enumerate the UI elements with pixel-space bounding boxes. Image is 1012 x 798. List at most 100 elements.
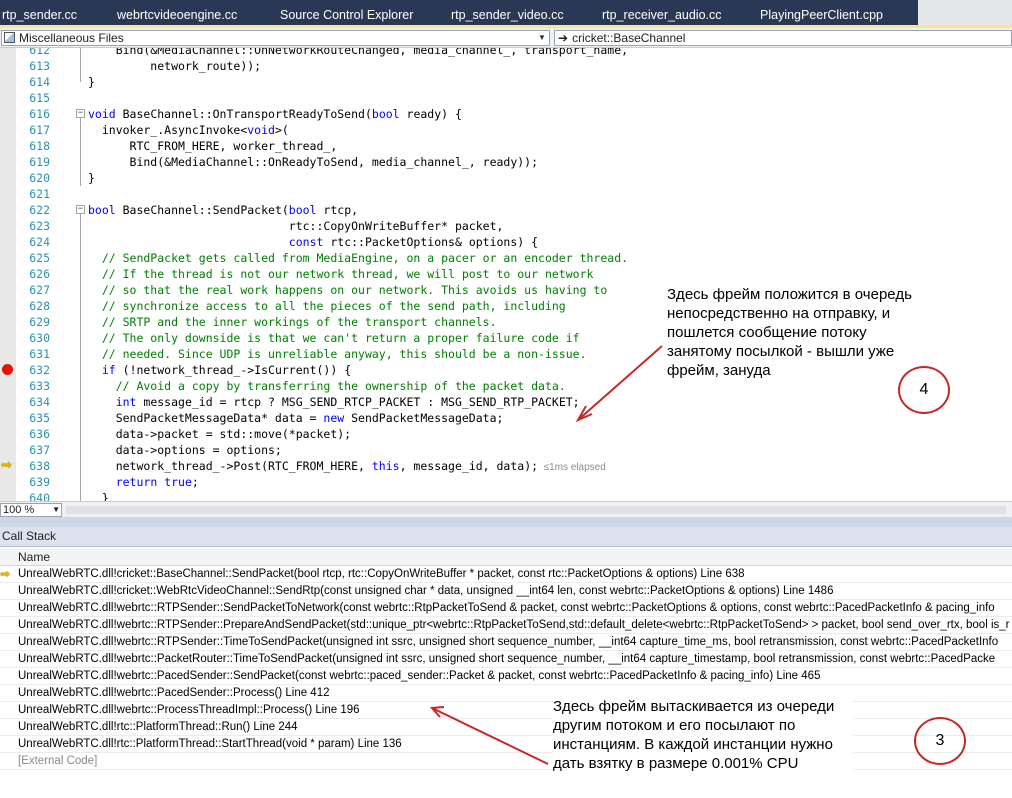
code-token: int	[115, 395, 137, 409]
code-token: const	[288, 235, 324, 249]
code-token: >(	[274, 123, 289, 137]
call-stack-row[interactable]: UnrealWebRTC.dll!cricket::WebRtcVideoCha…	[0, 583, 1012, 600]
line-number: 623	[29, 219, 50, 233]
tab-source-control-explorer[interactable]: Source Control Explorer	[280, 6, 413, 25]
breakpoint-icon[interactable]	[2, 364, 13, 375]
call-stack-frame-name: UnrealWebRTC.dll!webrtc::RTPSender::Prep…	[18, 619, 1010, 631]
tab-webrtcvideoengine[interactable]: webrtcvideoengine.cc	[117, 6, 237, 25]
tab-rtp-sender-video[interactable]: rtp_sender_video.cc	[451, 6, 564, 25]
chevron-down-icon: ▼	[52, 505, 60, 514]
call-stack-row[interactable]: UnrealWebRTC.dll!rtc::PlatformThread::St…	[0, 736, 1012, 753]
code-token: // needed. Since UDP is unreliable anywa…	[88, 347, 587, 361]
code-line[interactable]: }	[88, 490, 109, 501]
code-line[interactable]: // If the thread is not our network thre…	[88, 266, 594, 282]
call-stack-row[interactable]: UnrealWebRTC.dll!webrtc::RTPSender::Time…	[0, 634, 1012, 651]
code-line[interactable]: network_route));	[88, 58, 261, 74]
call-stack-row[interactable]: UnrealWebRTC.dll!webrtc::RTPSender::Prep…	[0, 617, 1012, 634]
call-stack-row[interactable]: UnrealWebRTC.dll!webrtc::PacedSender::Pr…	[0, 685, 1012, 702]
code-line[interactable]: Bind(&MediaChannel::OnNetworkRouteChange…	[88, 48, 628, 58]
code-line[interactable]: // synchronize access to all the pieces …	[88, 298, 566, 314]
code-line[interactable]: }	[88, 74, 95, 90]
code-line[interactable]: // SRTP and the inner workings of the tr…	[88, 314, 497, 330]
member-dropdown[interactable]: ➔ cricket::BaseChannel	[554, 30, 1012, 46]
code-token: // so that the real work happens on our …	[88, 283, 608, 297]
call-stack-row[interactable]: UnrealWebRTC.dll!webrtc::RTPSender::Send…	[0, 600, 1012, 617]
code-line[interactable]: // The only downside is that we can't re…	[88, 330, 580, 346]
line-number: 624	[29, 235, 50, 249]
chevron-down-icon: ▼	[538, 33, 546, 42]
call-stack-row[interactable]: UnrealWebRTC.dll!webrtc::PacedSender::Se…	[0, 668, 1012, 685]
code-token: void	[88, 107, 116, 121]
scope-dropdown[interactable]: Miscellaneous Files ▼	[1, 30, 550, 46]
call-stack-row[interactable]: UnrealWebRTC.dll!rtc::PlatformThread::Ru…	[0, 719, 1012, 736]
call-stack-frame-name: UnrealWebRTC.dll!webrtc::ProcessThreadIm…	[18, 704, 360, 716]
code-line[interactable]: data->packet = std::move(*packet);	[88, 426, 351, 442]
line-number: 619	[29, 155, 50, 169]
code-line[interactable]: void BaseChannel::OnTransportReadyToSend…	[88, 106, 462, 122]
code-token: SendPacketMessageData;	[344, 411, 504, 425]
annotation-circle-4: 4	[898, 366, 950, 414]
zoom-dropdown[interactable]: 100 % ▼	[0, 503, 62, 517]
code-line[interactable]: rtc::CopyOnWriteBuffer* packet,	[88, 218, 504, 234]
line-number: 614	[29, 75, 50, 89]
code-token: // The only downside is that we can't re…	[88, 331, 580, 345]
pane-splitter[interactable]	[0, 517, 1012, 527]
collapse-icon[interactable]: −	[76, 205, 85, 214]
line-number: 635	[29, 411, 50, 425]
call-stack-row[interactable]: UnrealWebRTC.dll!webrtc::ProcessThreadIm…	[0, 702, 1012, 719]
perf-tip[interactable]: ≤1ms elapsed	[538, 462, 606, 473]
annotation-note-4: Здесь фрейм положится в очередь непосред…	[667, 285, 929, 380]
code-token: SendPacketMessageData* data =	[88, 411, 324, 425]
code-token: // synchronize access to all the pieces …	[88, 299, 566, 313]
tab-rtp-receiver-audio[interactable]: rtp_receiver_audio.cc	[602, 6, 722, 25]
tab-rtp-sender[interactable]: rtp_sender.cc	[2, 6, 77, 25]
code-token: rtc::PacketOptions& options) {	[323, 235, 539, 249]
outline-guide	[80, 214, 81, 501]
line-number: 625	[29, 251, 50, 265]
annotation-circle-3: 3	[914, 717, 966, 765]
code-line[interactable]: // needed. Since UDP is unreliable anywa…	[88, 346, 587, 362]
code-line[interactable]: int message_id = rtcp ? MSG_SEND_RTCP_PA…	[88, 394, 580, 410]
code-line[interactable]: // SendPacket gets called from MediaEngi…	[88, 250, 628, 266]
code-token: data->options = options;	[88, 443, 282, 457]
code-text[interactable]: Bind(&MediaChannel::OnNetworkRouteChange…	[88, 48, 1012, 501]
tab-bar-filler	[918, 0, 1012, 25]
code-line[interactable]: // so that the real work happens on our …	[88, 282, 607, 298]
code-line[interactable]: data->options = options;	[88, 442, 282, 458]
horizontal-scrollbar[interactable]	[66, 506, 1006, 514]
line-number: 633	[29, 379, 50, 393]
call-stack-list[interactable]: ➡ UnrealWebRTC.dll!cricket::BaseChannel::…	[0, 566, 1012, 798]
line-number: 630	[29, 331, 50, 345]
code-line[interactable]: const rtc::PacketOptions& options) {	[88, 234, 538, 250]
call-stack-row[interactable]: [External Code]	[0, 753, 1012, 770]
current-statement-arrow-icon[interactable]: ➡	[1, 459, 12, 473]
code-line[interactable]: }	[88, 170, 95, 186]
code-line[interactable]: // Avoid a copy by transferring the owne…	[88, 378, 566, 394]
indicator-margin[interactable]: ➡	[0, 48, 16, 501]
outline-guide	[80, 48, 81, 82]
code-token: Bind(&MediaChannel::OnNetworkRouteChange…	[88, 48, 629, 57]
code-line[interactable]: bool BaseChannel::SendPacket(bool rtcp,	[88, 202, 358, 218]
collapse-icon[interactable]: −	[76, 109, 85, 118]
tab-playing-peer-client[interactable]: PlayingPeerClient.cpp	[760, 6, 883, 25]
code-line[interactable]: network_thread_->Post(RTC_FROM_HERE, thi…	[88, 458, 606, 474]
code-line[interactable]: invoker_.AsyncInvoke<void>(	[88, 122, 289, 138]
code-line[interactable]: RTC_FROM_HERE, worker_thread_,	[88, 138, 338, 154]
code-line[interactable]: SendPacketMessageData* data = new SendPa…	[88, 410, 504, 426]
line-number: 628	[29, 299, 50, 313]
annotation-note-3: Здесь фрейм вытаскивается из очереди дру…	[553, 697, 853, 773]
line-number: 627	[29, 283, 50, 297]
line-number: 629	[29, 315, 50, 329]
code-token: // If the thread is not our network thre…	[88, 267, 594, 281]
call-stack-row[interactable]: ➡ UnrealWebRTC.dll!cricket::BaseChannel::…	[0, 566, 1012, 583]
code-line[interactable]: Bind(&MediaChannel::OnReadyToSend, media…	[88, 154, 539, 170]
call-stack-column-header[interactable]: Name	[0, 548, 1012, 566]
code-line[interactable]: if (!network_thread_->IsCurrent()) {	[88, 362, 351, 378]
member-label: cricket::BaseChannel	[572, 31, 686, 45]
name-column-header[interactable]: Name	[18, 550, 50, 564]
member-arrow-icon: ➔	[558, 31, 569, 45]
code-line[interactable]: return true;	[88, 474, 199, 490]
code-editor[interactable]: ➡ 612 613 614 615 616 617 618 619 620 621 622 623 62…	[0, 48, 1012, 501]
call-stack-row[interactable]: UnrealWebRTC.dll!webrtc::PacketRouter::T…	[0, 651, 1012, 668]
